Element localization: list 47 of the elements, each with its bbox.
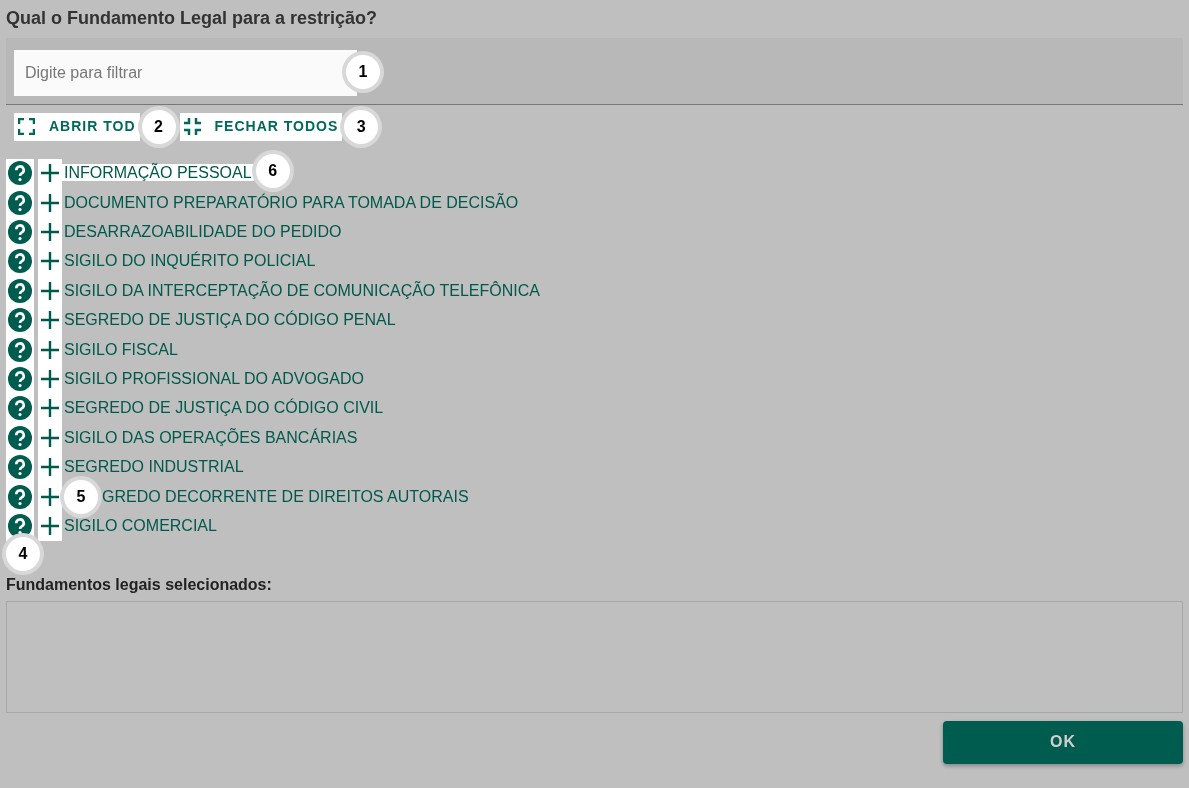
expand-icon <box>41 340 59 359</box>
help-icon <box>8 161 32 186</box>
tree-item[interactable]: GREDO DECORRENTE DE DIREITOS AUTORAIS <box>100 487 471 505</box>
tree-item[interactable]: SEGREDO INDUSTRIAL <box>62 458 246 476</box>
tree-item[interactable]: SIGILO DAS OPERAÇÕES BANCÁRIAS <box>62 428 360 446</box>
collapse-all-button[interactable]: FECHAR TODOS <box>179 112 343 141</box>
help-icon <box>8 249 32 274</box>
expand-icon <box>41 516 59 535</box>
expand-icon <box>41 281 59 300</box>
callout-badge: 6 <box>255 154 290 189</box>
help-icon <box>8 308 32 333</box>
help-icon <box>8 278 32 303</box>
help-icon <box>8 337 32 362</box>
expand-icon <box>41 164 59 183</box>
section-label: Fundamentos legais selecionados: <box>6 574 273 595</box>
help-icon <box>8 484 32 509</box>
tree-item[interactable]: SEGREDO DE JUSTIÇA DO CÓDIGO CIVIL <box>62 399 386 417</box>
collapse-icon <box>183 118 201 136</box>
tree-item[interactable]: SIGILO DO INQUÉRITO POLICIAL <box>62 252 318 270</box>
expand-icon <box>41 311 59 330</box>
expand-icon <box>41 428 59 447</box>
tree-item[interactable]: SEGREDO DE JUSTIÇA DO CÓDIGO PENAL <box>62 311 398 329</box>
tree-item[interactable]: SIGILO DA INTERCEPTAÇÃO DE COMUNICAÇÃO TELEFÔNICA <box>62 281 542 299</box>
tree-item[interactable]: SIGILO COMERCIAL <box>62 516 219 534</box>
expand-all-button[interactable]: ABRIR TOD <box>14 112 140 141</box>
expand-icon <box>18 118 35 136</box>
dialog-title: Qual o Fundamento Legal para a restrição? <box>6 8 379 30</box>
tree-item[interactable]: DOCUMENTO PREPARATÓRIO PARA TOMADA DE DECISÃO <box>62 193 521 211</box>
tree-item[interactable]: SIGILO PROFISSIONAL DO ADVOGADO <box>62 370 366 387</box>
expand-icon <box>41 223 59 242</box>
expand-icon <box>41 252 59 271</box>
expand-icon <box>41 487 59 506</box>
filter-field[interactable]: Digite para filtrar <box>14 49 357 96</box>
expand-icon <box>41 193 59 212</box>
help-icon <box>8 190 32 215</box>
help-icon <box>8 425 32 450</box>
help-icon <box>8 396 32 421</box>
help-icon <box>8 455 32 480</box>
ok-button[interactable]: OK <box>943 720 1183 764</box>
help-icon <box>8 367 32 391</box>
expand-icon <box>41 458 59 477</box>
tree-item[interactable]: DESARRAZOABILIDADE DO PEDIDO <box>62 223 344 241</box>
tree-item[interactable]: SIGILO FISCAL <box>62 340 180 358</box>
help-icon <box>8 220 32 245</box>
expand-icon <box>41 370 59 388</box>
tree-item[interactable]: INFORMAÇÃO PESSOAL <box>62 164 254 182</box>
expand-icon <box>41 399 59 418</box>
